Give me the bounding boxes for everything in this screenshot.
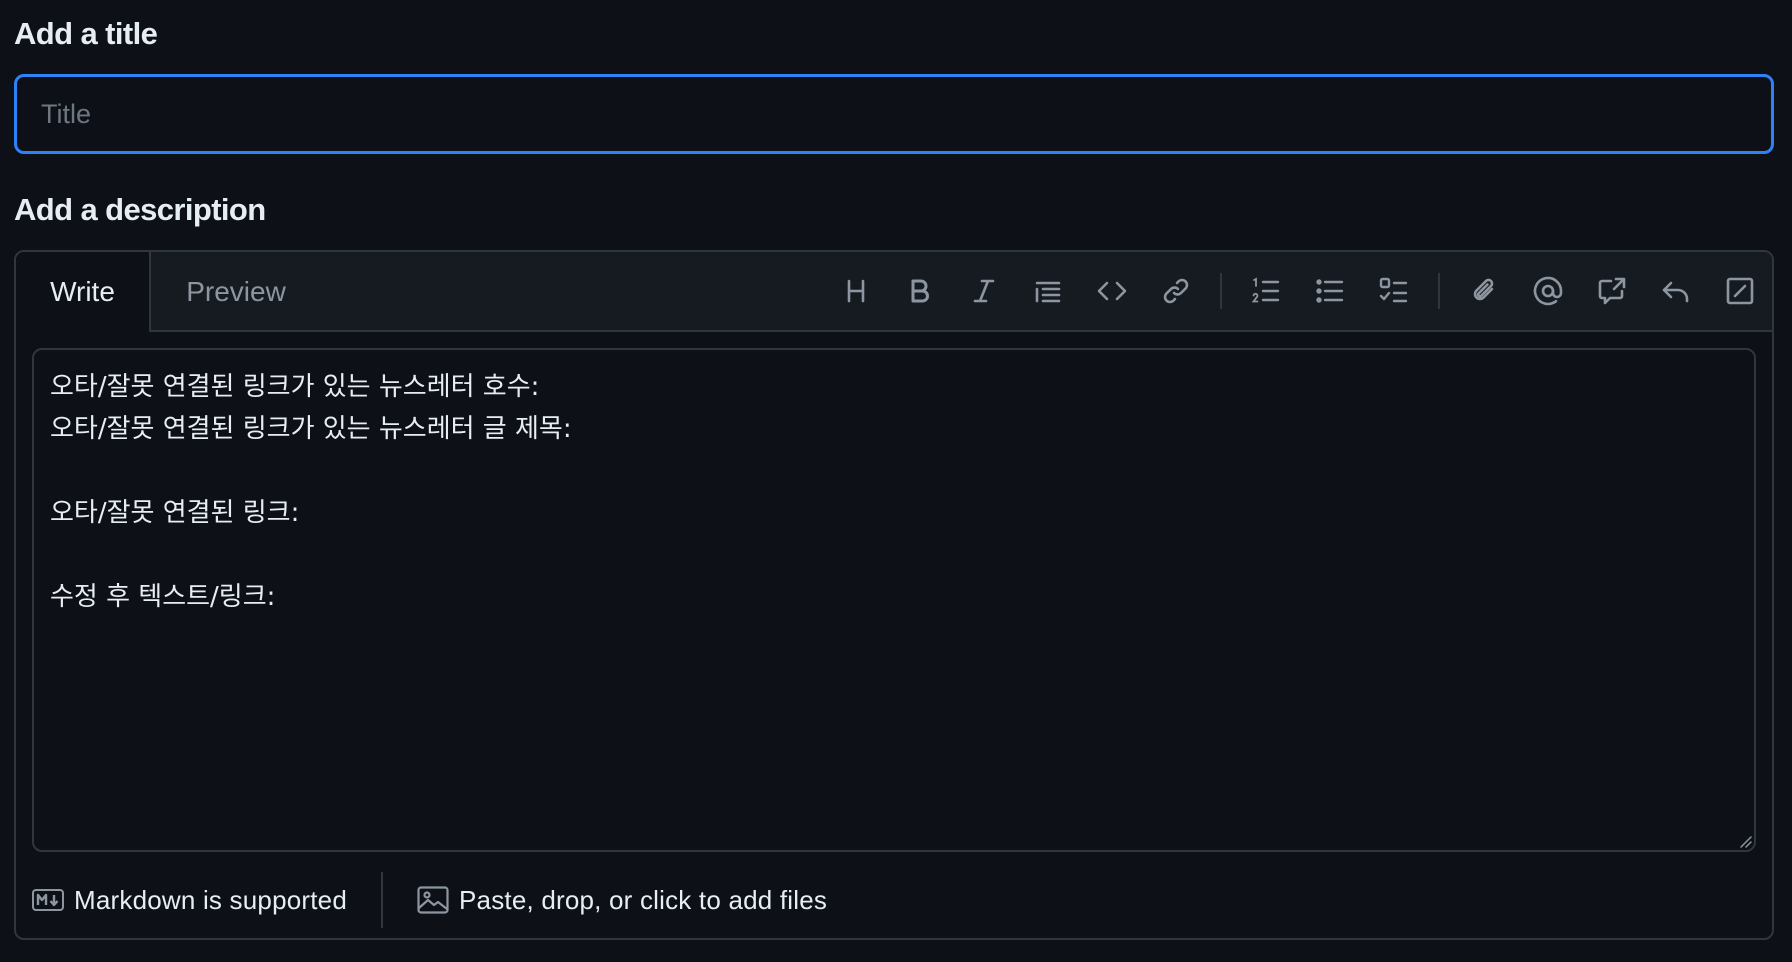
footer-divider	[381, 872, 383, 928]
task-list-icon	[1379, 277, 1408, 303]
tab-preview[interactable]: Preview	[151, 252, 321, 332]
ordered-list-button[interactable]	[1234, 263, 1298, 319]
fullscreen-button[interactable]	[1708, 263, 1772, 319]
markdown-icon	[32, 889, 64, 911]
resize-grip-icon[interactable]	[1738, 834, 1752, 848]
toolbar-divider	[1220, 273, 1222, 309]
bold-icon	[911, 279, 929, 303]
editor-footer: Markdown is supported Paste, drop, or cl…	[32, 872, 827, 928]
saved-reply-button[interactable]	[1644, 263, 1708, 319]
attach-button[interactable]	[1452, 263, 1516, 319]
bold-button[interactable]	[888, 263, 952, 319]
tab-write[interactable]: Write	[16, 252, 151, 332]
issue-form: Add a title Add a description Write Prev…	[14, 0, 1774, 962]
image-icon	[417, 886, 449, 914]
quote-button[interactable]	[1016, 263, 1080, 319]
unordered-list-button[interactable]	[1298, 263, 1362, 319]
description-textarea[interactable]	[34, 350, 1754, 850]
heading-icon	[847, 279, 865, 303]
italic-icon	[973, 279, 995, 303]
editor-header: Write Preview	[16, 252, 1772, 332]
attachment-icon	[1473, 278, 1494, 301]
link-button[interactable]	[1144, 263, 1208, 319]
description-label: Add a description	[14, 192, 266, 227]
saved-reply-icon	[1662, 281, 1689, 303]
link-icon	[1163, 278, 1189, 304]
description-textarea-wrapper	[32, 348, 1756, 852]
title-input[interactable]	[14, 74, 1774, 154]
markdown-editor: Write Preview 오타/잘못 연결된 링크가 있는 뉴스레터 호수: …	[14, 250, 1774, 940]
add-files-button[interactable]: Paste, drop, or click to add files	[417, 885, 827, 916]
task-list-button[interactable]	[1362, 263, 1426, 319]
code-icon	[1097, 281, 1127, 301]
title-label: Add a title	[14, 16, 158, 51]
toolbar-divider	[1438, 273, 1440, 309]
unordered-list-icon	[1316, 279, 1344, 303]
ordered-list-icon	[1251, 277, 1280, 303]
fullscreen-icon	[1726, 277, 1754, 305]
formatting-toolbar	[824, 252, 1772, 330]
markdown-supported-link[interactable]: Markdown is supported	[32, 885, 347, 916]
cross-reference-icon	[1598, 277, 1626, 305]
heading-button[interactable]	[824, 263, 888, 319]
quote-icon	[1035, 281, 1061, 303]
code-button[interactable]	[1080, 263, 1144, 319]
mention-button[interactable]	[1516, 263, 1580, 319]
cross-reference-button[interactable]	[1580, 263, 1644, 319]
italic-button[interactable]	[952, 263, 1016, 319]
markdown-label: Markdown is supported	[74, 884, 347, 915]
mention-icon	[1533, 276, 1563, 306]
add-files-label: Paste, drop, or click to add files	[459, 884, 828, 915]
